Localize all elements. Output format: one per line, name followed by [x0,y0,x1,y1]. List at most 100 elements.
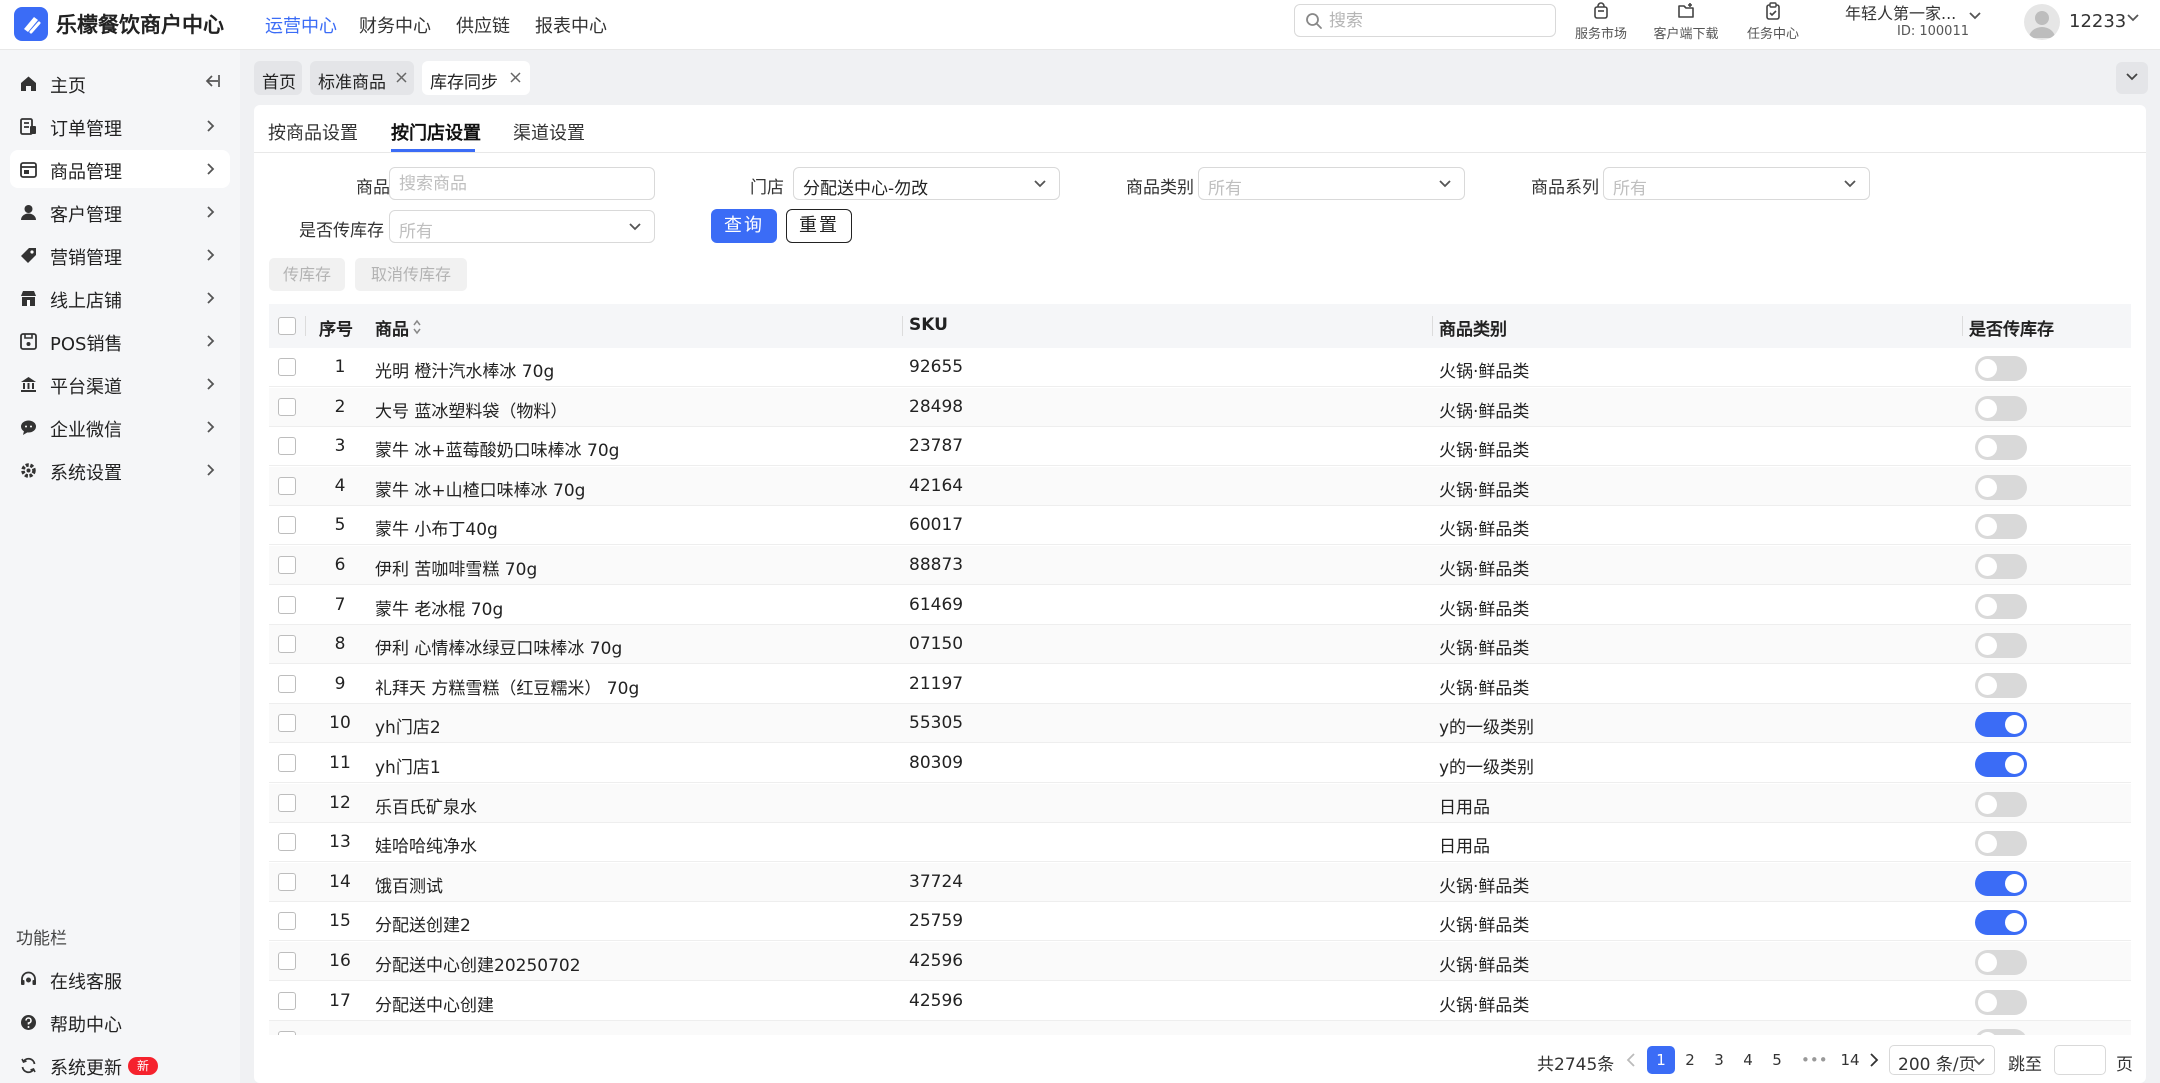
table-row[interactable]: 10 yh门店2 55305 y的一级类别 [269,704,2131,744]
service-market-button[interactable]: 服务市场 [1566,2,1636,46]
search-input[interactable] [1329,10,1539,32]
pagination-ellipsis[interactable]: ••• [1801,1046,1828,1074]
avatar[interactable] [2024,4,2060,40]
row-checkbox[interactable] [278,952,296,970]
page-5-button[interactable]: 5 [1763,1046,1791,1074]
topnav-reports[interactable]: 报表中心 [535,12,607,38]
page-2-button[interactable]: 2 [1676,1046,1704,1074]
row-checkbox[interactable] [278,476,296,495]
prev-page-icon[interactable] [1626,1052,1636,1068]
sync-inventory-toggle[interactable] [1975,554,2027,579]
row-checkbox[interactable] [278,912,296,931]
sync-inventory-toggle[interactable] [1975,356,2027,381]
row-checkbox[interactable] [278,833,296,852]
table-row[interactable]: 12 乐百氏矿泉水 日用品 [269,783,2131,823]
jump-page-field[interactable] [2054,1045,2106,1075]
cancel-sync-inventory-button[interactable]: 取消传库存 [355,258,467,291]
page-14-button[interactable]: 14 [1836,1046,1864,1074]
close-icon[interactable] [396,72,407,83]
reset-button[interactable]: 重置 [786,209,852,243]
sync-inventory-toggle[interactable] [1975,633,2027,659]
row-checkbox[interactable] [278,397,296,416]
sidebar-item-platform-channels[interactable]: 平台渠道 [10,365,230,403]
next-page-icon[interactable] [1869,1052,1879,1068]
chevron-down-icon[interactable] [2126,13,2140,23]
sync-inventory-toggle[interactable] [1975,1029,2027,1035]
sidebar-item-settings[interactable]: 系统设置 [10,451,230,489]
subtab-by-product[interactable]: 按商品设置 [268,119,358,145]
sidebar-item-pos-sales[interactable]: POS销售 [10,322,230,360]
help-center-link[interactable]: 帮助中心 [10,1004,230,1040]
row-checkbox[interactable] [278,437,296,456]
page-4-button[interactable]: 4 [1734,1046,1762,1074]
row-checkbox[interactable] [278,358,296,376]
page-1-button[interactable]: 1 [1647,1046,1675,1074]
table-row[interactable]: 15 分配送创建2 25759 火锅·鲜品类 [269,902,2131,942]
sync-inventory-toggle[interactable] [1975,593,2027,619]
table-row[interactable]: 17 分配送中心创建 42596 火锅·鲜品类 [269,982,2131,1021]
table-row[interactable]: 5 蒙牛 小布丁40g 60017 火锅·鲜品类 [269,506,2131,546]
subtab-by-store[interactable]: 按门店设置 [391,119,481,145]
table-row[interactable]: 2 大号 蓝冰塑料袋（物料） 28498 火锅·鲜品类 [269,387,2131,427]
sync-inventory-toggle[interactable] [1975,950,2027,975]
sync-inventory-toggle[interactable] [1975,831,2027,857]
system-update-link[interactable]: 系统更新 [10,1047,230,1083]
close-icon[interactable] [510,72,521,83]
page-size-select[interactable]: 200 条/页 [1889,1045,1995,1075]
store-select[interactable]: 分配送中心-勿改 [793,167,1060,200]
chevron-down-icon[interactable] [1968,11,1982,21]
series-select[interactable]: 所有 [1603,167,1870,200]
row-checkbox[interactable] [278,556,296,574]
sync-inventory-toggle[interactable] [1975,672,2027,698]
query-button[interactable]: 查询 [711,209,777,243]
row-checkbox[interactable] [278,674,296,693]
sort-icon[interactable] [412,319,422,335]
topnav-finance[interactable]: 财务中心 [359,12,431,38]
sync-inventory-toggle[interactable] [1975,752,2027,777]
sync-inventory-button[interactable]: 传库存 [269,258,345,291]
product-search-input[interactable] [399,173,632,195]
row-checkbox[interactable] [278,872,296,891]
sidebar-item-orders[interactable]: 订单管理 [10,107,230,145]
sync-inventory-toggle[interactable] [1975,910,2027,936]
table-row[interactable]: 1 光明 橙汁汽水棒冰 70g 92655 火锅·鲜品类 [269,348,2131,387]
sync-inventory-toggle[interactable] [1975,435,2027,461]
table-row[interactable]: 7 蒙牛 老冰棍 70g 61469 火锅·鲜品类 [269,586,2131,625]
page-tab-standard-products[interactable]: 标准商品 [310,61,414,95]
page-3-button[interactable]: 3 [1705,1046,1733,1074]
sidebar-item-online-store[interactable]: 线上店铺 [10,279,230,317]
sync-inventory-toggle[interactable] [1975,989,2027,1015]
sync-inventory-toggle[interactable] [1975,395,2027,421]
row-checkbox[interactable] [278,714,296,733]
user-name[interactable]: 12233 [2069,11,2126,32]
row-checkbox[interactable] [278,793,296,812]
sidebar-item-home[interactable]: 主页 [10,64,230,102]
select-all-checkbox[interactable] [278,317,296,335]
subtab-channel[interactable]: 渠道设置 [513,119,585,145]
row-checkbox[interactable] [278,635,296,654]
table-row[interactable]: 4 蒙牛 冰+山楂口味棒冰 70g 42164 火锅·鲜品类 [269,466,2131,506]
category-select[interactable]: 所有 [1198,167,1465,200]
row-checkbox[interactable] [278,1031,296,1035]
sync-inventory-toggle[interactable] [1975,791,2027,817]
jump-page-input[interactable] [2061,1050,2099,1070]
table-row[interactable]: 3 蒙牛 冰+蓝莓酸奶口味棒冰 70g 23787 火锅·鲜品类 [269,427,2131,467]
table-row[interactable]: 9 礼拜天 方糕雪糕（红豆糯米） 70g 21197 火锅·鲜品类 [269,665,2131,704]
sync-inventory-toggle[interactable] [1975,712,2027,738]
table-row[interactable]: 16 分配送中心创建20250702 42596 火锅·鲜品类 [269,942,2131,981]
tabs-menu-button[interactable] [2116,62,2148,94]
sidebar-item-wecom[interactable]: 企业微信 [10,408,230,446]
sync-inventory-toggle[interactable] [1975,514,2027,540]
row-checkbox[interactable] [278,516,296,535]
table-row[interactable]: 11 yh门店1 80309 y的一级类别 [269,744,2131,783]
page-tab-inventory-sync[interactable]: 库存同步 [422,61,530,95]
row-checkbox[interactable] [278,991,296,1010]
client-download-button[interactable]: 客户端下载 [1651,2,1721,46]
table-row[interactable]: 8 伊利 心情棒冰绿豆口味棒冰 70g 07150 火锅·鲜品类 [269,625,2131,665]
sync-inventory-toggle[interactable] [1975,474,2027,500]
table-row[interactable]: 13 娃哈哈纯净水 日用品 [269,823,2131,863]
online-support-link[interactable]: 在线客服 [10,961,230,997]
sync-inventory-toggle[interactable] [1975,870,2027,896]
row-checkbox[interactable] [278,754,296,772]
sidebar-item-customers[interactable]: 客户管理 [10,193,230,231]
